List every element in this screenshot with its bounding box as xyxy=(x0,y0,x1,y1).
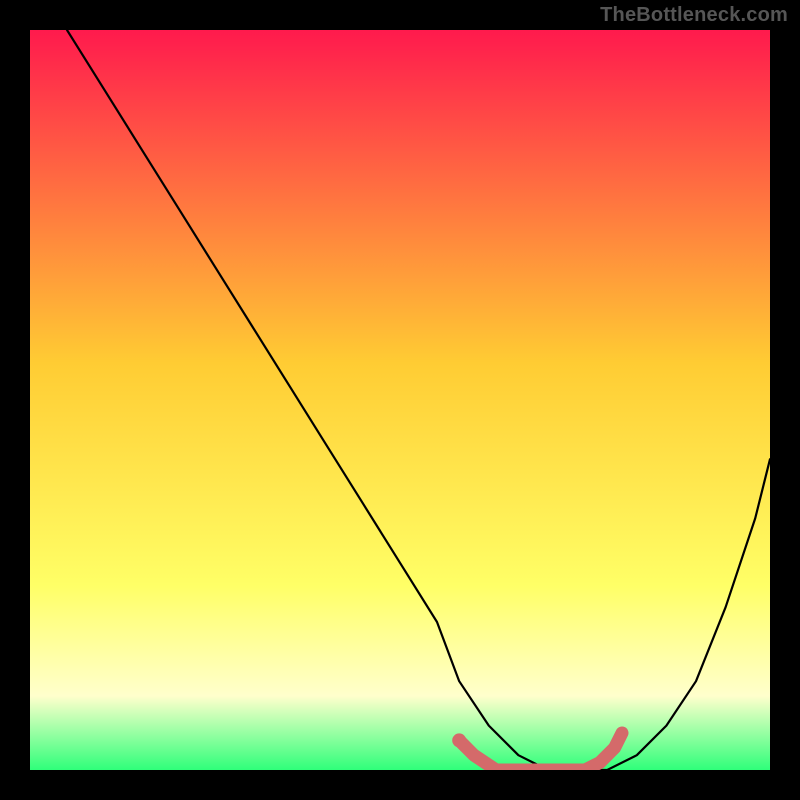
gradient-bg xyxy=(30,30,770,770)
plot-area xyxy=(30,30,770,770)
attribution-label: TheBottleneck.com xyxy=(600,4,788,27)
chart-frame: TheBottleneck.com xyxy=(0,0,800,800)
bottleneck-chart xyxy=(30,30,770,770)
optimal-marker-dot xyxy=(452,733,466,747)
